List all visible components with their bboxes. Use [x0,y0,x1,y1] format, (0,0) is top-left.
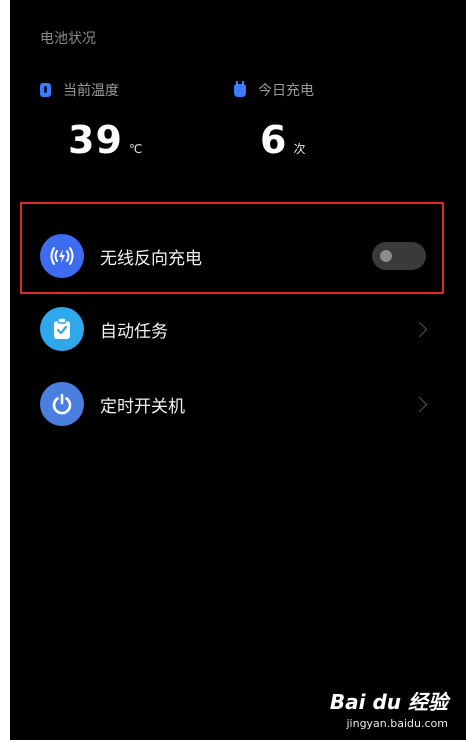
phone-screen: 电池状况 当前温度 39 ℃ 今日充电 6 次 无线反向充电 自动任务 定时开关… [10,0,466,740]
clipboard-check-icon [40,307,84,351]
chevron-right-icon [411,396,428,412]
charge-count-unit: 次 [293,142,306,156]
charge-count-stat: 今日充电 6 次 [234,80,314,162]
charge-count-value: 6 [260,118,288,162]
chevron-right-icon [411,321,428,337]
thermometer-icon [40,83,51,97]
temperature-label: 当前温度 [63,83,119,99]
wireless-reverse-charging-toggle[interactable] [372,242,426,270]
battery-plug-icon [234,80,246,97]
setting-row-auto-tasks[interactable]: 自动任务 [10,303,466,355]
temperature-value: 39 [68,118,123,162]
baidu-jingyan-watermark: Bai du 经验 jingyan.baidu.com [330,686,450,730]
watermark-domain: jingyan.baidu.com [346,717,448,730]
setting-label: 定时开关机 [100,396,185,417]
section-title: 电池状况 [40,31,96,47]
wireless-charging-icon [40,234,84,278]
setting-label: 自动任务 [100,321,168,342]
power-icon [40,382,84,426]
setting-row-scheduled-power[interactable]: 定时开关机 [10,378,466,430]
watermark-brand: Bai du 经验 [329,690,448,714]
setting-label: 无线反向充电 [100,248,202,269]
temperature-unit: ℃ [128,142,143,156]
charge-count-label: 今日充电 [258,83,314,99]
setting-row-wireless-reverse-charging[interactable]: 无线反向充电 [10,230,466,282]
toggle-knob [380,250,392,262]
temperature-stat: 当前温度 39 ℃ [40,80,142,162]
